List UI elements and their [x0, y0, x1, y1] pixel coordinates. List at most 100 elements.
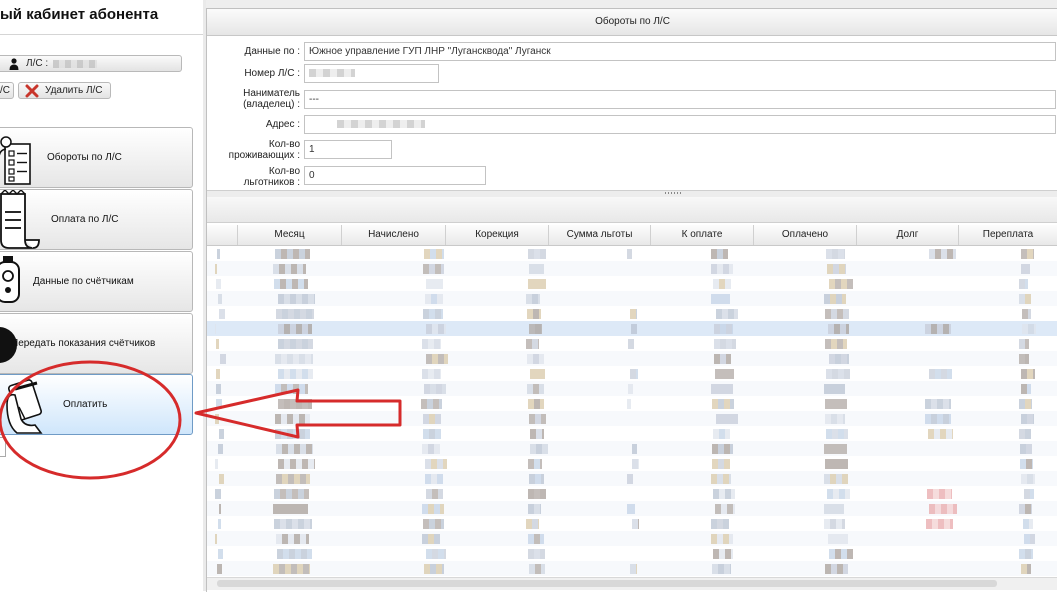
redacted-cell — [218, 519, 221, 529]
address-field — [304, 115, 1056, 134]
redacted-cell — [824, 444, 847, 454]
redacted-cell — [824, 504, 844, 514]
redacted-cell — [1022, 309, 1031, 319]
redacted-cell — [714, 354, 731, 364]
table-row[interactable] — [207, 486, 1057, 501]
menu-payments-button[interactable]: Оплата по Л/С — [0, 189, 193, 250]
residents-label: Кол-во проживающих : — [229, 139, 300, 161]
redacted-cell — [529, 474, 544, 484]
table-row[interactable] — [207, 381, 1057, 396]
redacted-cell — [712, 564, 731, 574]
table-row[interactable] — [207, 516, 1057, 531]
redacted-cell — [1019, 279, 1028, 289]
table-row[interactable] — [207, 426, 1057, 441]
menu-turnover-button[interactable]: Обороты по Л/С — [0, 127, 193, 188]
redacted-cell — [528, 459, 542, 469]
menu-meter-data-button[interactable]: Данные по счётчикам — [0, 251, 193, 312]
redacted-cell — [929, 504, 957, 514]
redacted-cell — [926, 519, 953, 529]
grid-toolbar — [207, 197, 1057, 223]
table-row[interactable] — [207, 441, 1057, 456]
tenant-value: --- — [309, 94, 319, 105]
scrollbar-thumb[interactable] — [217, 580, 997, 587]
menu-pay-button[interactable]: Оплатить — [0, 374, 193, 435]
column-header-to-pay[interactable]: К оплате — [651, 225, 754, 245]
column-header-benefit-sum[interactable]: Сумма льготы — [549, 225, 651, 245]
table-row[interactable] — [207, 396, 1057, 411]
redacted-cell — [275, 384, 308, 394]
redacted-cell — [716, 414, 738, 424]
redacted-cell — [1024, 534, 1035, 544]
table-row[interactable] — [207, 501, 1057, 516]
redacted-cell — [824, 474, 848, 484]
redacted-cell — [423, 414, 441, 424]
redacted-cell — [215, 414, 219, 424]
redacted-cell — [632, 444, 637, 454]
redacted-cell — [278, 339, 313, 349]
redacted-cell — [426, 354, 448, 364]
table-row[interactable] — [207, 246, 1057, 261]
column-header-overpayment[interactable]: Переплата — [959, 225, 1057, 245]
column-header-month[interactable]: Месяц — [238, 225, 342, 245]
redacted-cell — [929, 369, 952, 379]
menu-send-readings-button[interactable]: Передать показания счётчиков — [0, 313, 193, 374]
horizontal-scrollbar[interactable] — [207, 577, 1057, 590]
redacted-cell — [215, 489, 221, 499]
redacted-cell — [1023, 519, 1033, 529]
redacted-cell — [1021, 369, 1035, 379]
account-selector[interactable]: Л/С : — [0, 55, 182, 72]
table-row[interactable] — [207, 291, 1057, 306]
table-row[interactable] — [207, 336, 1057, 351]
account-label: Л/С : — [26, 58, 49, 69]
redacted-cell — [927, 489, 952, 499]
redacted-cell — [627, 399, 631, 409]
redacted-cell — [928, 429, 953, 439]
panel-title: Обороты по Л/С — [207, 9, 1057, 36]
table-row[interactable] — [207, 351, 1057, 366]
table-row[interactable] — [207, 306, 1057, 321]
table-row[interactable] — [207, 561, 1057, 576]
menu-meter-data-label: Данные по счётчикам — [33, 276, 134, 287]
redacted-cell — [1019, 399, 1032, 409]
add-account-button[interactable]: /С — [0, 82, 14, 99]
table-row[interactable] — [207, 411, 1057, 426]
redacted-cell — [713, 429, 730, 439]
redacted-cell — [273, 564, 310, 574]
redacted-cell — [925, 324, 951, 334]
table-row[interactable] — [207, 321, 1057, 336]
divider — [0, 34, 203, 35]
redacted-cell — [527, 354, 544, 364]
redacted-cell — [529, 324, 542, 334]
column-header-charged[interactable]: Начислено — [342, 225, 446, 245]
table-row[interactable] — [207, 471, 1057, 486]
redacted-cell — [528, 549, 545, 559]
table-row[interactable] — [207, 546, 1057, 561]
redacted-cell — [528, 399, 544, 409]
delete-account-button[interactable]: Удалить Л/С — [18, 82, 111, 99]
sidebar: ый кабинет абонента Л/С : /С Удалить Л/С — [0, 0, 204, 588]
table-row[interactable] — [207, 261, 1057, 276]
redacted-cell — [529, 414, 546, 424]
table-row[interactable] — [207, 531, 1057, 546]
redacted-cell — [528, 249, 546, 259]
column-header-debt[interactable]: Долг — [857, 225, 959, 245]
redacted-cell — [422, 534, 440, 544]
redacted-cell — [712, 444, 733, 454]
residents-label-line1: Кол-во — [268, 139, 300, 150]
redacted-cell — [425, 474, 443, 484]
redacted-cell — [215, 459, 218, 469]
table-row[interactable] — [207, 456, 1057, 471]
redacted-cell — [828, 324, 849, 334]
redacted-cell — [1019, 504, 1032, 514]
redacted-cell — [1020, 444, 1032, 454]
redacted-cell — [526, 519, 539, 529]
table-row[interactable] — [207, 276, 1057, 291]
collapse-tab[interactable] — [0, 437, 6, 457]
redacted-cell — [219, 309, 225, 319]
delete-account-label: Удалить Л/С — [45, 85, 103, 96]
data-for-value: Южное управление ГУП ЛНР "Лугансквода" Л… — [309, 46, 551, 57]
redacted-cell — [424, 564, 444, 574]
column-header-paid[interactable]: Оплачено — [754, 225, 857, 245]
table-row[interactable] — [207, 366, 1057, 381]
column-header-correction[interactable]: Корекция — [446, 225, 549, 245]
